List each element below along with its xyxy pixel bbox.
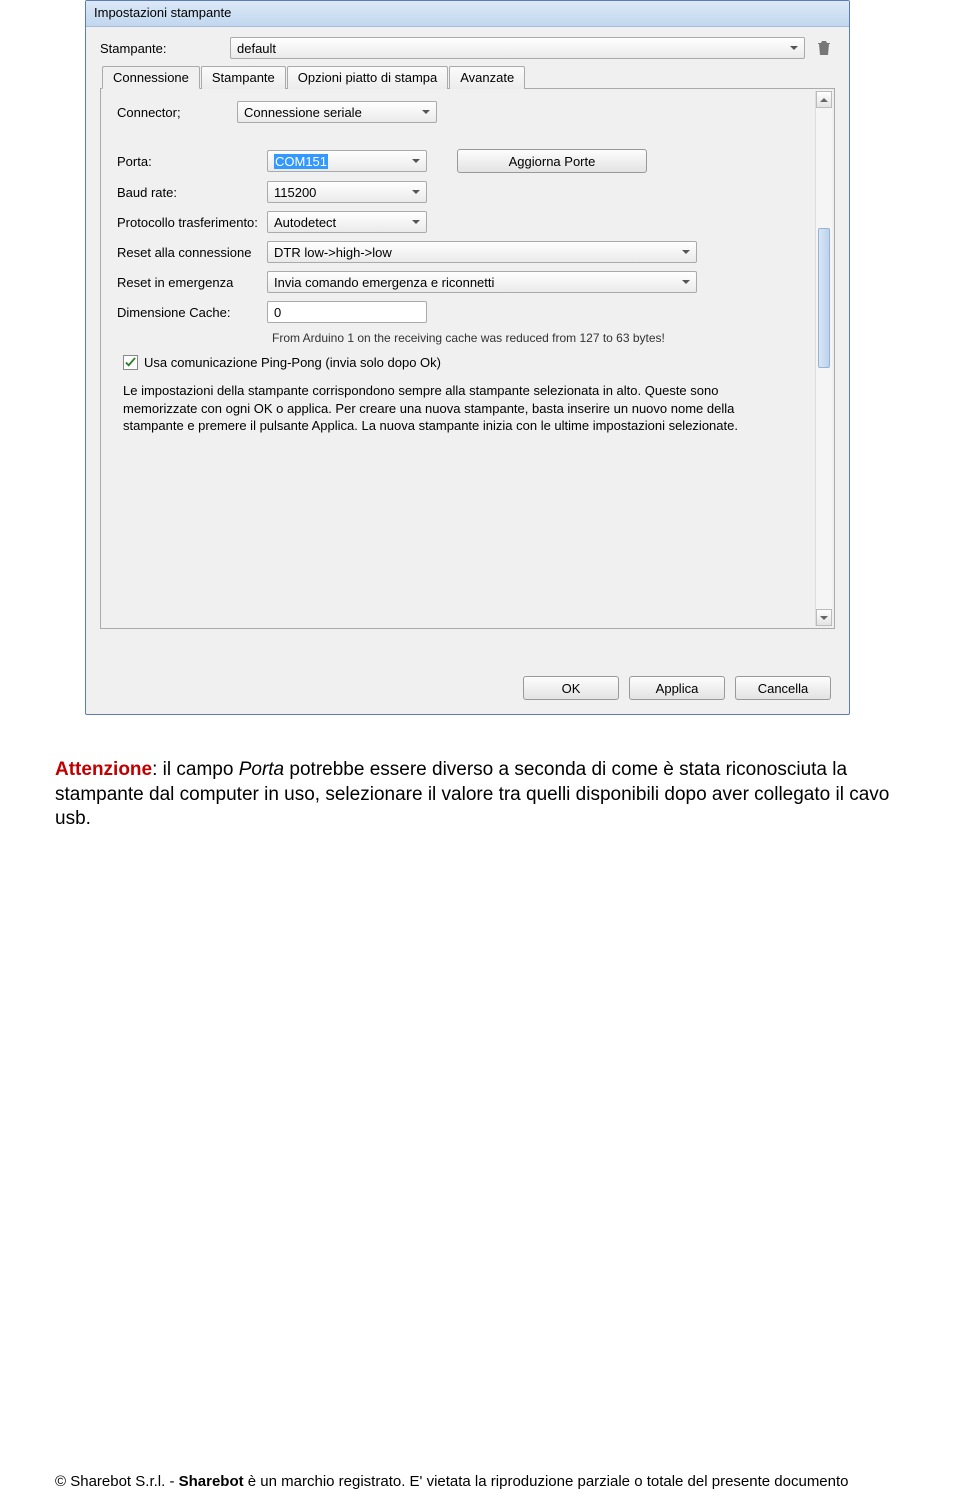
proto-value: Autodetect [274, 215, 336, 230]
chevron-down-icon [422, 110, 430, 114]
scroll-down-button[interactable] [816, 609, 832, 626]
cache-input[interactable]: 0 [267, 301, 427, 323]
pingpong-checkbox[interactable] [123, 355, 138, 370]
emerg-label: Reset in emergenza [117, 275, 267, 290]
scroll-track[interactable] [816, 108, 832, 609]
baud-value: 115200 [274, 185, 316, 200]
printer-combo-value: default [237, 41, 276, 56]
proto-combo[interactable]: Autodetect [267, 211, 427, 233]
cache-value: 0 [274, 305, 281, 320]
scroll-up-button[interactable] [816, 91, 832, 108]
attenzione-word: Attenzione [55, 759, 152, 780]
proto-label: Protocollo trasferimento: [117, 215, 267, 230]
connector-value: Connessione seriale [244, 105, 362, 120]
cache-hint: From Arduino 1 on the receiving cache wa… [272, 331, 820, 345]
porta-value: COM151 [274, 154, 328, 169]
emerg-combo[interactable]: Invia comando emergenza e riconnetti [267, 271, 697, 293]
delete-printer-button[interactable] [813, 37, 835, 59]
chevron-down-icon [412, 159, 420, 163]
applica-button[interactable]: Applica [629, 676, 725, 700]
tab-avanzate[interactable]: Avanzate [449, 66, 525, 89]
ok-button[interactable]: OK [523, 676, 619, 700]
pingpong-label: Usa comunicazione Ping-Pong (invia solo … [144, 355, 441, 370]
porta-italic: Porta [239, 759, 284, 780]
porta-combo[interactable]: COM151 [267, 150, 427, 172]
connector-label: Connector; [117, 105, 237, 120]
chevron-down-icon [412, 190, 420, 194]
cache-label: Dimensione Cache: [117, 305, 267, 320]
vertical-scrollbar[interactable] [815, 91, 832, 626]
tabbar: Connessione Stampante Opzioni piatto di … [100, 65, 835, 89]
printer-settings-dialog: Impostazioni stampante Stampante: defaul… [85, 0, 850, 715]
tab-connessione[interactable]: Connessione [102, 66, 200, 89]
reset-label: Reset alla connessione [117, 245, 267, 260]
emerg-value: Invia comando emergenza e riconnetti [274, 275, 494, 290]
copyright-footer: © Sharebot S.r.l. - Sharebot è un marchi… [55, 1473, 849, 1490]
aggiorna-porte-button[interactable]: Aggiorna Porte [457, 149, 647, 173]
chevron-down-icon [790, 46, 798, 50]
porta-label: Porta: [117, 154, 267, 169]
chevron-down-icon [412, 220, 420, 224]
dialog-title: Impostazioni stampante [86, 1, 849, 27]
baud-combo[interactable]: 115200 [267, 181, 427, 203]
printer-combo[interactable]: default [230, 37, 805, 59]
reset-combo[interactable]: DTR low->high->low [267, 241, 697, 263]
reset-value: DTR low->high->low [274, 245, 392, 260]
chevron-down-icon [682, 280, 690, 284]
chevron-down-icon [682, 250, 690, 254]
cancella-button[interactable]: Cancella [735, 676, 831, 700]
connector-combo[interactable]: Connessione seriale [237, 101, 437, 123]
tab-opzioni[interactable]: Opzioni piatto di stampa [287, 66, 448, 89]
printer-label: Stampante: [100, 41, 230, 56]
document-body-text: Attenzione: il campo Porta potrebbe esse… [55, 758, 905, 832]
tab-content: Connector; Connessione seriale Porta: CO… [100, 89, 835, 629]
baud-label: Baud rate: [117, 185, 267, 200]
description-text: Le impostazioni della stampante corrispo… [117, 378, 820, 435]
dialog-footer: OK Applica Cancella [523, 676, 831, 700]
scroll-thumb[interactable] [818, 228, 830, 368]
tab-stampante[interactable]: Stampante [201, 66, 286, 89]
